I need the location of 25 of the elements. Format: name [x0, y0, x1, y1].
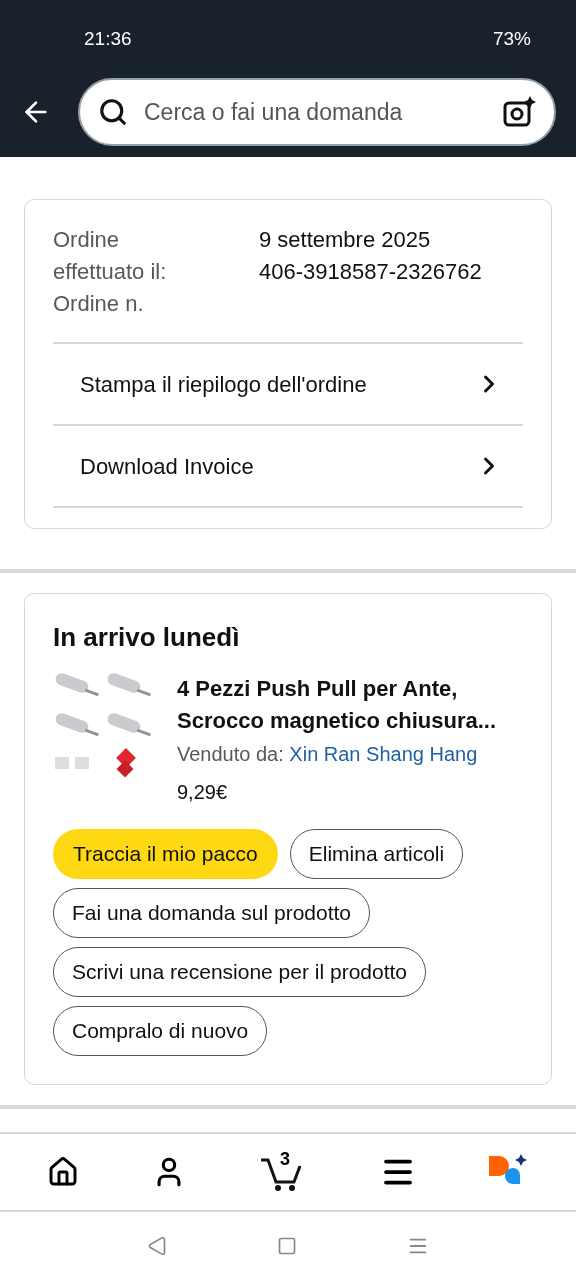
order-value: 406-3918587-2326762: [259, 258, 482, 286]
order-link-row[interactable]: Stampa il riepilogo dell'ordine: [53, 344, 523, 426]
status-time: 21:36: [84, 26, 132, 51]
order-label: Ordine: [53, 226, 121, 254]
battery-level: 73%: [492, 26, 531, 51]
delivery-title: In arrivo lunedì: [53, 621, 241, 654]
product-title[interactable]: 4 Pezzi Push Pull per Ante, Scrocco magnetico chiusura...: [177, 673, 523, 737]
seller-label: Venduto da:: [177, 743, 284, 765]
action-button[interactable]: Scrivi una recensione per il prodotto: [53, 947, 426, 997]
action-button[interactable]: Fai una domanda sul prodotto: [53, 888, 371, 938]
search-field[interactable]: Cerca o fai una domanda: [144, 94, 486, 130]
action-button[interactable]: Traccia il mio pacco: [53, 829, 278, 879]
home-nav-icon[interactable]: [277, 1236, 297, 1256]
order-value: 9 settembre 2025: [259, 226, 432, 254]
order-label: effettuato il:: [53, 258, 168, 286]
seller-link[interactable]: Xin Ran Shang Hang: [289, 743, 478, 765]
action-button[interactable]: Compralo di nuovo: [53, 1006, 268, 1056]
camera-icon[interactable]: [502, 95, 536, 129]
order-label: Ordine n.: [53, 290, 145, 318]
order-link-row[interactable]: Download Invoice: [53, 426, 523, 508]
search-icon: [98, 97, 128, 127]
action-button[interactable]: Elimina articoli: [289, 829, 464, 879]
back-nav-icon[interactable]: [147, 1236, 167, 1256]
product-price: 9,29€: [177, 780, 229, 805]
search-bar[interactable]: Cerca o fai una domanda: [78, 78, 556, 146]
